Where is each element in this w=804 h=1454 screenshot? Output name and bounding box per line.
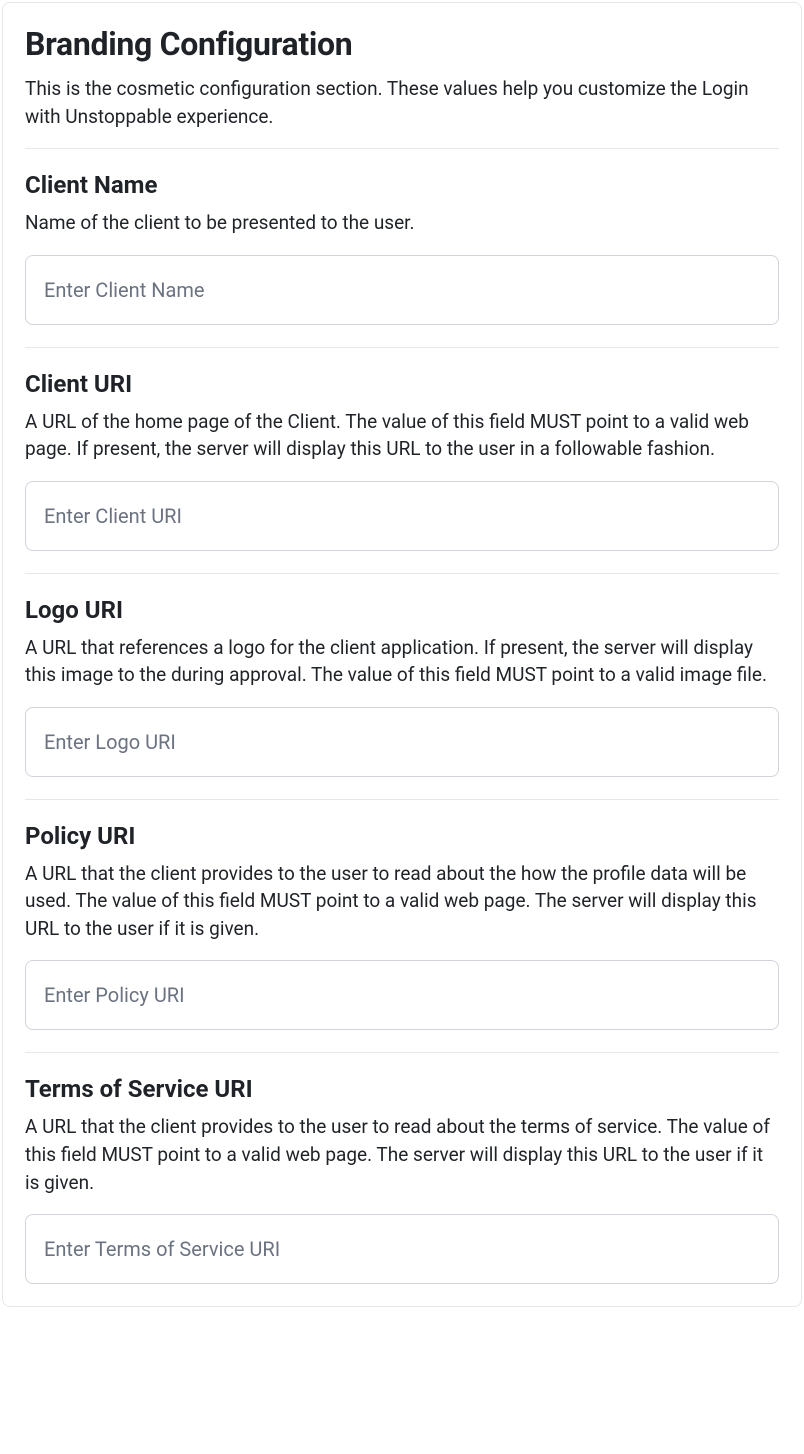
tos-uri-input[interactable] [25,1214,779,1284]
page-intro: This is the cosmetic configuration secti… [25,75,779,130]
client-uri-section: Client URI A URL of the home page of the… [25,370,779,551]
policy-uri-input[interactable] [25,960,779,1030]
logo-uri-section: Logo URI A URL that references a logo fo… [25,596,779,777]
logo-uri-input[interactable] [25,707,779,777]
section-divider [25,799,779,800]
client-name-desc: Name of the client to be presented to th… [25,209,779,237]
branding-config-card: Branding Configuration This is the cosme… [2,2,802,1307]
section-divider [25,347,779,348]
client-uri-input[interactable] [25,481,779,551]
tos-uri-desc: A URL that the client provides to the us… [25,1113,779,1196]
tos-uri-title: Terms of Service URI [25,1075,779,1103]
client-name-section: Client Name Name of the client to be pre… [25,171,779,325]
client-name-input[interactable] [25,255,779,325]
policy-uri-desc: A URL that the client provides to the us… [25,860,779,943]
section-divider [25,573,779,574]
logo-uri-desc: A URL that references a logo for the cli… [25,634,779,689]
tos-uri-section: Terms of Service URI A URL that the clie… [25,1075,779,1284]
page-title: Branding Configuration [25,25,779,63]
header-divider [25,148,779,149]
policy-uri-section: Policy URI A URL that the client provide… [25,822,779,1031]
policy-uri-title: Policy URI [25,822,779,850]
client-name-title: Client Name [25,171,779,199]
section-divider [25,1052,779,1053]
client-uri-title: Client URI [25,370,779,398]
logo-uri-title: Logo URI [25,596,779,624]
client-uri-desc: A URL of the home page of the Client. Th… [25,408,779,463]
